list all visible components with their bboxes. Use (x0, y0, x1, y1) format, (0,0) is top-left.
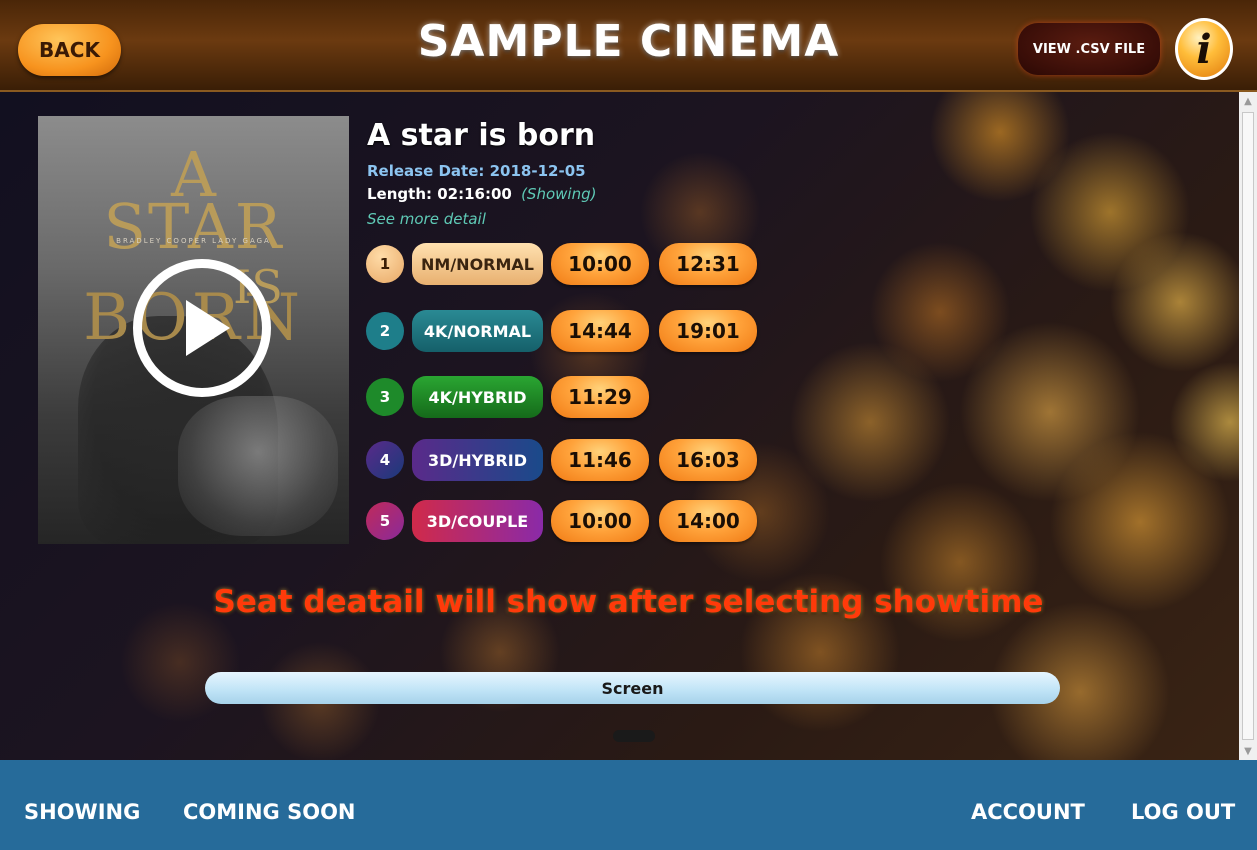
screen-type-label: NM/NORMAL (412, 243, 543, 285)
view-csv-button[interactable]: VIEW .CSV FILE (1018, 23, 1160, 75)
showtime-button[interactable]: 11:29 (551, 376, 649, 418)
scroll-up-icon[interactable]: ▲ (1239, 92, 1257, 110)
showtime-button[interactable]: 14:44 (551, 310, 649, 352)
poster-cast-names: BRADLEY COOPER LADY GAGA (116, 237, 271, 245)
nav-logout[interactable]: LOG OUT (1131, 800, 1235, 824)
screen-number-badge: 4 (366, 441, 404, 479)
showtime-row: 4 3D/HYBRID 11:46 16:03 (366, 439, 786, 481)
release-date: Release Date: 2018-12-05 (367, 162, 586, 180)
showtime-row: 5 3D/COUPLE 10:00 14:00 (366, 500, 786, 542)
movie-poster[interactable]: A STAR BRADLEY COOPER LADY GAGA IS BORN (38, 116, 349, 544)
nav-account[interactable]: ACCOUNT (971, 800, 1085, 824)
screen-type-label: 3D/HYBRID (412, 439, 543, 481)
play-trailer-icon[interactable] (133, 259, 271, 397)
scroll-down-icon[interactable]: ▼ (1239, 742, 1257, 760)
play-triangle-icon (186, 300, 230, 356)
showtime-button[interactable]: 10:00 (551, 500, 649, 542)
showtime-button[interactable]: 11:46 (551, 439, 649, 481)
screen-number-badge: 5 (366, 502, 404, 540)
scrollbar-thumb[interactable] (1242, 112, 1254, 740)
showtime-row: 3 4K/HYBRID 11:29 (366, 376, 786, 418)
showtime-button[interactable]: 16:03 (659, 439, 757, 481)
cinema-screen-bar: Screen (205, 672, 1060, 704)
length-value: Length: 02:16:00 (367, 185, 512, 203)
showtime-button[interactable]: 10:00 (551, 243, 649, 285)
info-icon[interactable]: i (1175, 18, 1233, 80)
showtime-button[interactable]: 14:00 (659, 500, 757, 542)
header-bar: BACK SAMPLE CINEMA VIEW .CSV FILE i (0, 0, 1257, 92)
footer-nav: SHOWING COMING SOON ACCOUNT LOG OUT (0, 760, 1257, 850)
poster-title-star: STAR (103, 190, 284, 263)
screen-type-label: 4K/HYBRID (412, 376, 543, 418)
movie-title: A star is born (367, 118, 596, 153)
movie-length: Length: 02:16:00 (Showing) (367, 185, 596, 203)
see-more-detail-link[interactable]: See more detail (367, 210, 486, 228)
poster-figure-shape (178, 396, 338, 536)
seat-scroll-handle[interactable] (613, 730, 655, 742)
screen-type-label: 4K/NORMAL (412, 310, 543, 352)
vertical-scrollbar[interactable]: ▲ ▼ (1239, 92, 1257, 760)
showing-status: (Showing) (521, 185, 597, 203)
screen-number-badge: 1 (366, 245, 404, 283)
showtime-row: 2 4K/NORMAL 14:44 19:01 (366, 310, 786, 352)
seat-detail-message: Seat deatail will show after selecting s… (213, 584, 1044, 620)
screen-number-badge: 2 (366, 312, 404, 350)
nav-coming-soon[interactable]: COMING SOON (183, 800, 356, 824)
showtime-row: 1 NM/NORMAL 10:00 12:31 (366, 243, 786, 285)
screen-type-label: 3D/COUPLE (412, 500, 543, 542)
showtime-button[interactable]: 19:01 (659, 310, 757, 352)
main-content: A STAR BRADLEY COOPER LADY GAGA IS BORN … (0, 92, 1257, 760)
screen-number-badge: 3 (366, 378, 404, 416)
showtime-button[interactable]: 12:31 (659, 243, 757, 285)
nav-showing[interactable]: SHOWING (24, 800, 140, 824)
